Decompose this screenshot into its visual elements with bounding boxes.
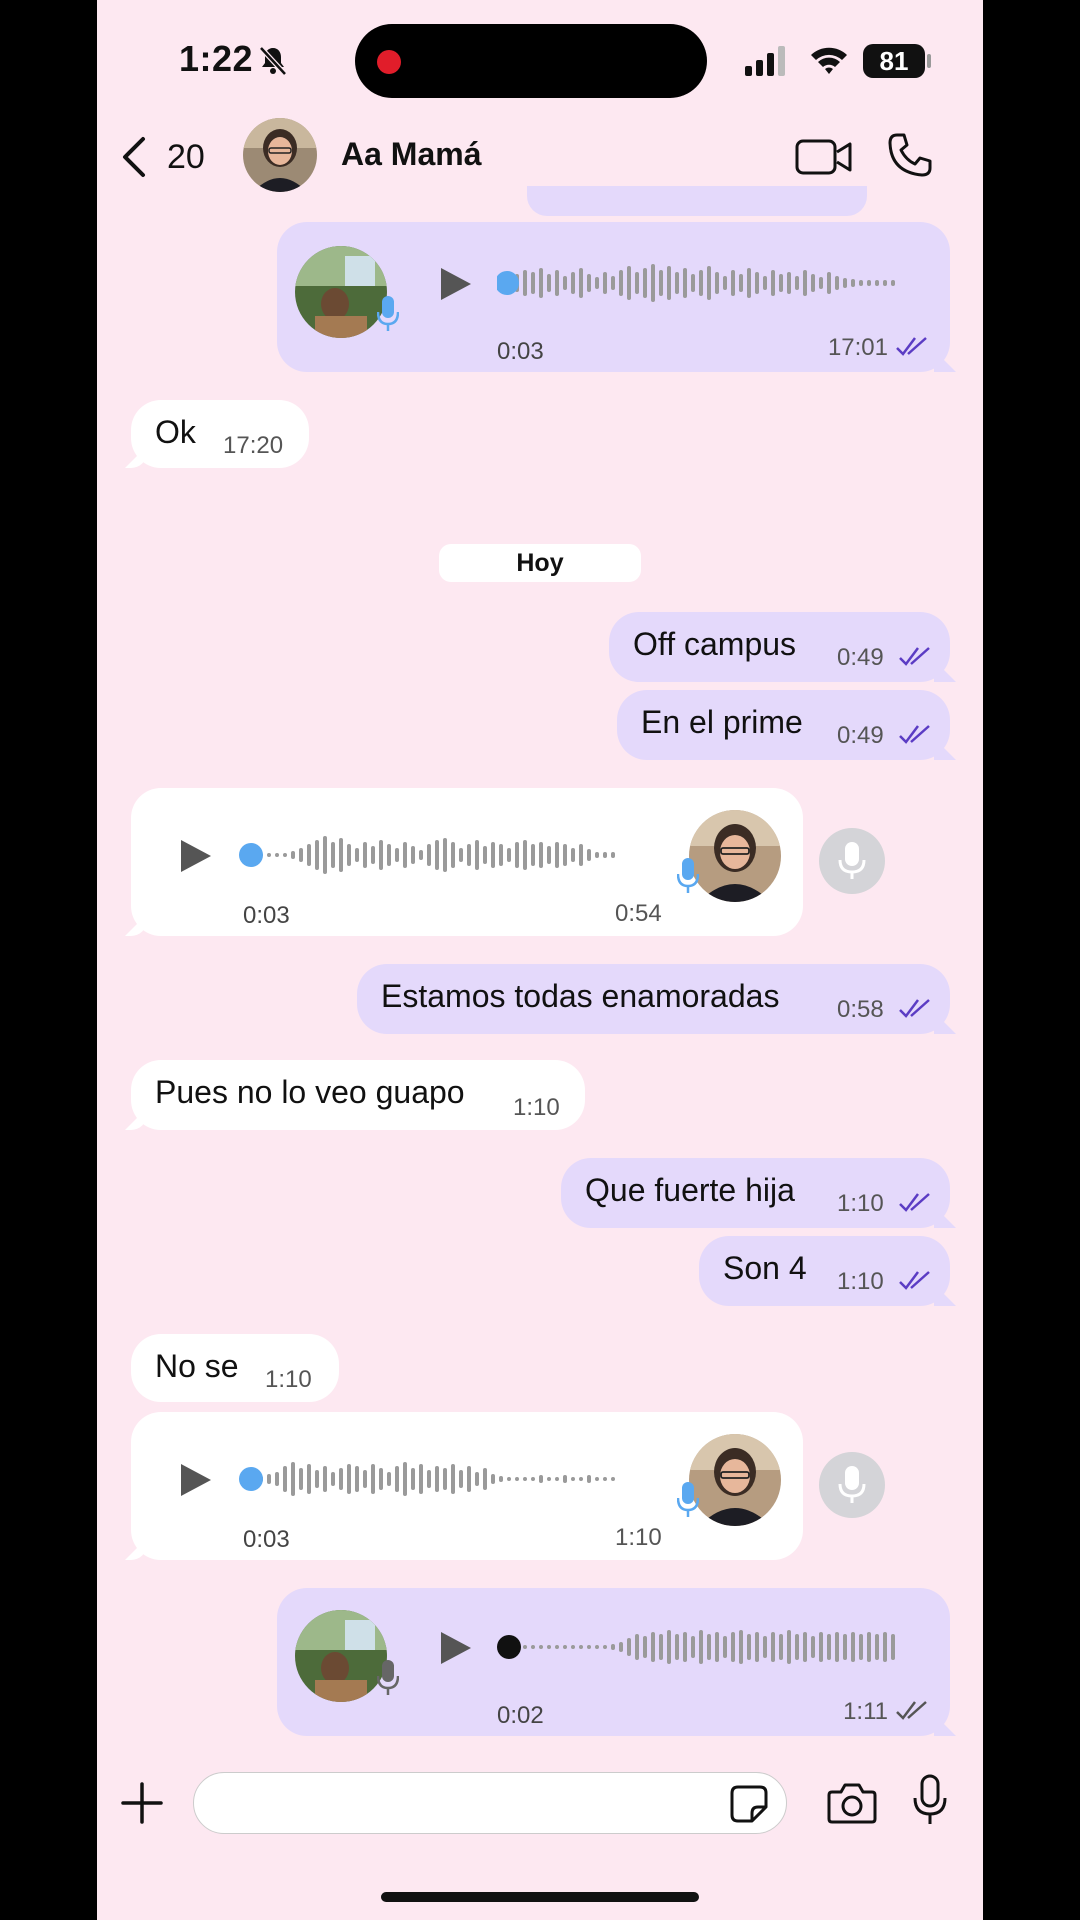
contact-avatar[interactable] [243, 118, 317, 192]
message-time: 17:01 [827, 334, 888, 361]
message-text: En el prime [641, 704, 803, 740]
message-time: 0:58 [837, 996, 884, 1023]
bell-muted-icon [259, 46, 287, 76]
read-receipt-icon [899, 1271, 930, 1290]
voice-duration: 0:03 [243, 902, 290, 929]
date-divider: Hoy [439, 544, 641, 582]
sticker-icon[interactable] [730, 1785, 768, 1823]
message-time: 17:20 [223, 432, 284, 459]
voice-duration: 0:03 [243, 1526, 290, 1553]
outgoing-message[interactable]: En el prime 0:49 [617, 690, 950, 760]
previous-message-remnant [527, 186, 867, 216]
mic-badge-icon [677, 1482, 699, 1517]
contact-name[interactable]: Aa Mamá [341, 136, 482, 173]
read-receipt-icon [899, 647, 930, 666]
battery-indicator: 81 [863, 44, 925, 78]
back-chevron-icon[interactable] [119, 136, 149, 178]
voice-sender-avatar [295, 1610, 387, 1702]
voice-message-outgoing[interactable]: 0:02 1:11 [277, 1588, 950, 1736]
voice-sender-avatar [295, 246, 387, 338]
chat-screen: 1:22 81 20 Aa Mamá 0:03 17:01 Ok 17:20 H… [97, 0, 983, 1920]
battery-cap [927, 54, 931, 68]
waveform[interactable] [239, 830, 639, 880]
plus-icon[interactable] [121, 1782, 163, 1824]
phone-call-icon[interactable] [887, 132, 933, 178]
home-indicator[interactable] [381, 1892, 699, 1902]
read-receipt-icon [899, 1193, 930, 1212]
back-unread-count[interactable]: 20 [167, 138, 205, 177]
voice-sender-avatar [689, 1434, 781, 1526]
play-icon[interactable] [437, 266, 473, 302]
play-icon[interactable] [177, 1462, 213, 1498]
message-time: 0:49 [837, 644, 884, 671]
message-time: 1:10 [265, 1366, 312, 1393]
message-time: 1:10 [513, 1094, 560, 1121]
outgoing-message[interactable]: Que fuerte hija 1:10 [561, 1158, 950, 1228]
mic-badge-icon [677, 858, 699, 893]
waveform[interactable] [497, 1622, 902, 1672]
mic-badge-icon [377, 1660, 399, 1695]
incoming-message[interactable]: No se 1:10 [131, 1334, 339, 1402]
microphone-icon[interactable] [913, 1774, 947, 1826]
voice-sender-avatar [689, 810, 781, 902]
outgoing-message[interactable]: Estamos todas enamoradas 0:58 [357, 964, 950, 1034]
status-time: 1:22 [179, 38, 254, 79]
voice-duration: 0:03 [497, 338, 544, 365]
transcribe-voice-button[interactable] [819, 1452, 885, 1518]
recording-dot-icon [377, 50, 401, 74]
signal-icon [745, 46, 785, 76]
message-text: Off campus [633, 626, 797, 662]
message-time: 0:49 [837, 722, 884, 749]
dynamic-island [355, 24, 707, 98]
message-time: 1:10 [615, 1524, 662, 1551]
mic-badge-icon [377, 296, 399, 331]
outgoing-message[interactable]: Son 4 1:10 [699, 1236, 950, 1306]
play-icon[interactable] [437, 1630, 473, 1666]
wifi-icon [811, 47, 847, 74]
message-text: Estamos todas enamoradas [381, 978, 780, 1014]
read-receipt-icon [899, 725, 930, 744]
video-call-icon[interactable] [795, 136, 853, 178]
message-time: 0:54 [615, 900, 662, 927]
message-text: Que fuerte hija [585, 1172, 795, 1208]
message-text: Son 4 [723, 1250, 807, 1286]
incoming-message[interactable]: Ok 17:20 [131, 400, 309, 468]
waveform[interactable] [239, 1454, 639, 1504]
voice-message-incoming[interactable]: 0:03 1:10 [131, 1412, 803, 1560]
outgoing-message[interactable]: Off campus 0:49 [609, 612, 950, 682]
voice-duration: 0:02 [497, 1702, 544, 1729]
read-receipt-icon [896, 337, 927, 356]
microphone-icon [838, 1466, 866, 1503]
microphone-icon [838, 842, 866, 879]
camera-icon[interactable] [827, 1782, 877, 1824]
read-receipt-icon [896, 1701, 927, 1720]
message-input[interactable] [193, 1772, 787, 1834]
read-receipt-icon [899, 999, 930, 1018]
waveform[interactable] [497, 258, 902, 308]
message-time: 1:10 [837, 1190, 884, 1217]
incoming-message[interactable]: Pues no lo veo guapo 1:10 [131, 1060, 585, 1130]
message-text: Pues no lo veo guapo [155, 1074, 465, 1110]
play-icon[interactable] [177, 838, 213, 874]
voice-message-incoming[interactable]: 0:03 0:54 [131, 788, 803, 936]
message-text: No se [155, 1348, 239, 1384]
message-time: 1:10 [837, 1268, 884, 1295]
message-time: 1:11 [843, 1698, 888, 1725]
voice-message-outgoing[interactable]: 0:03 17:01 [277, 222, 950, 372]
transcribe-voice-button[interactable] [819, 828, 885, 894]
message-text: Ok [155, 414, 196, 450]
